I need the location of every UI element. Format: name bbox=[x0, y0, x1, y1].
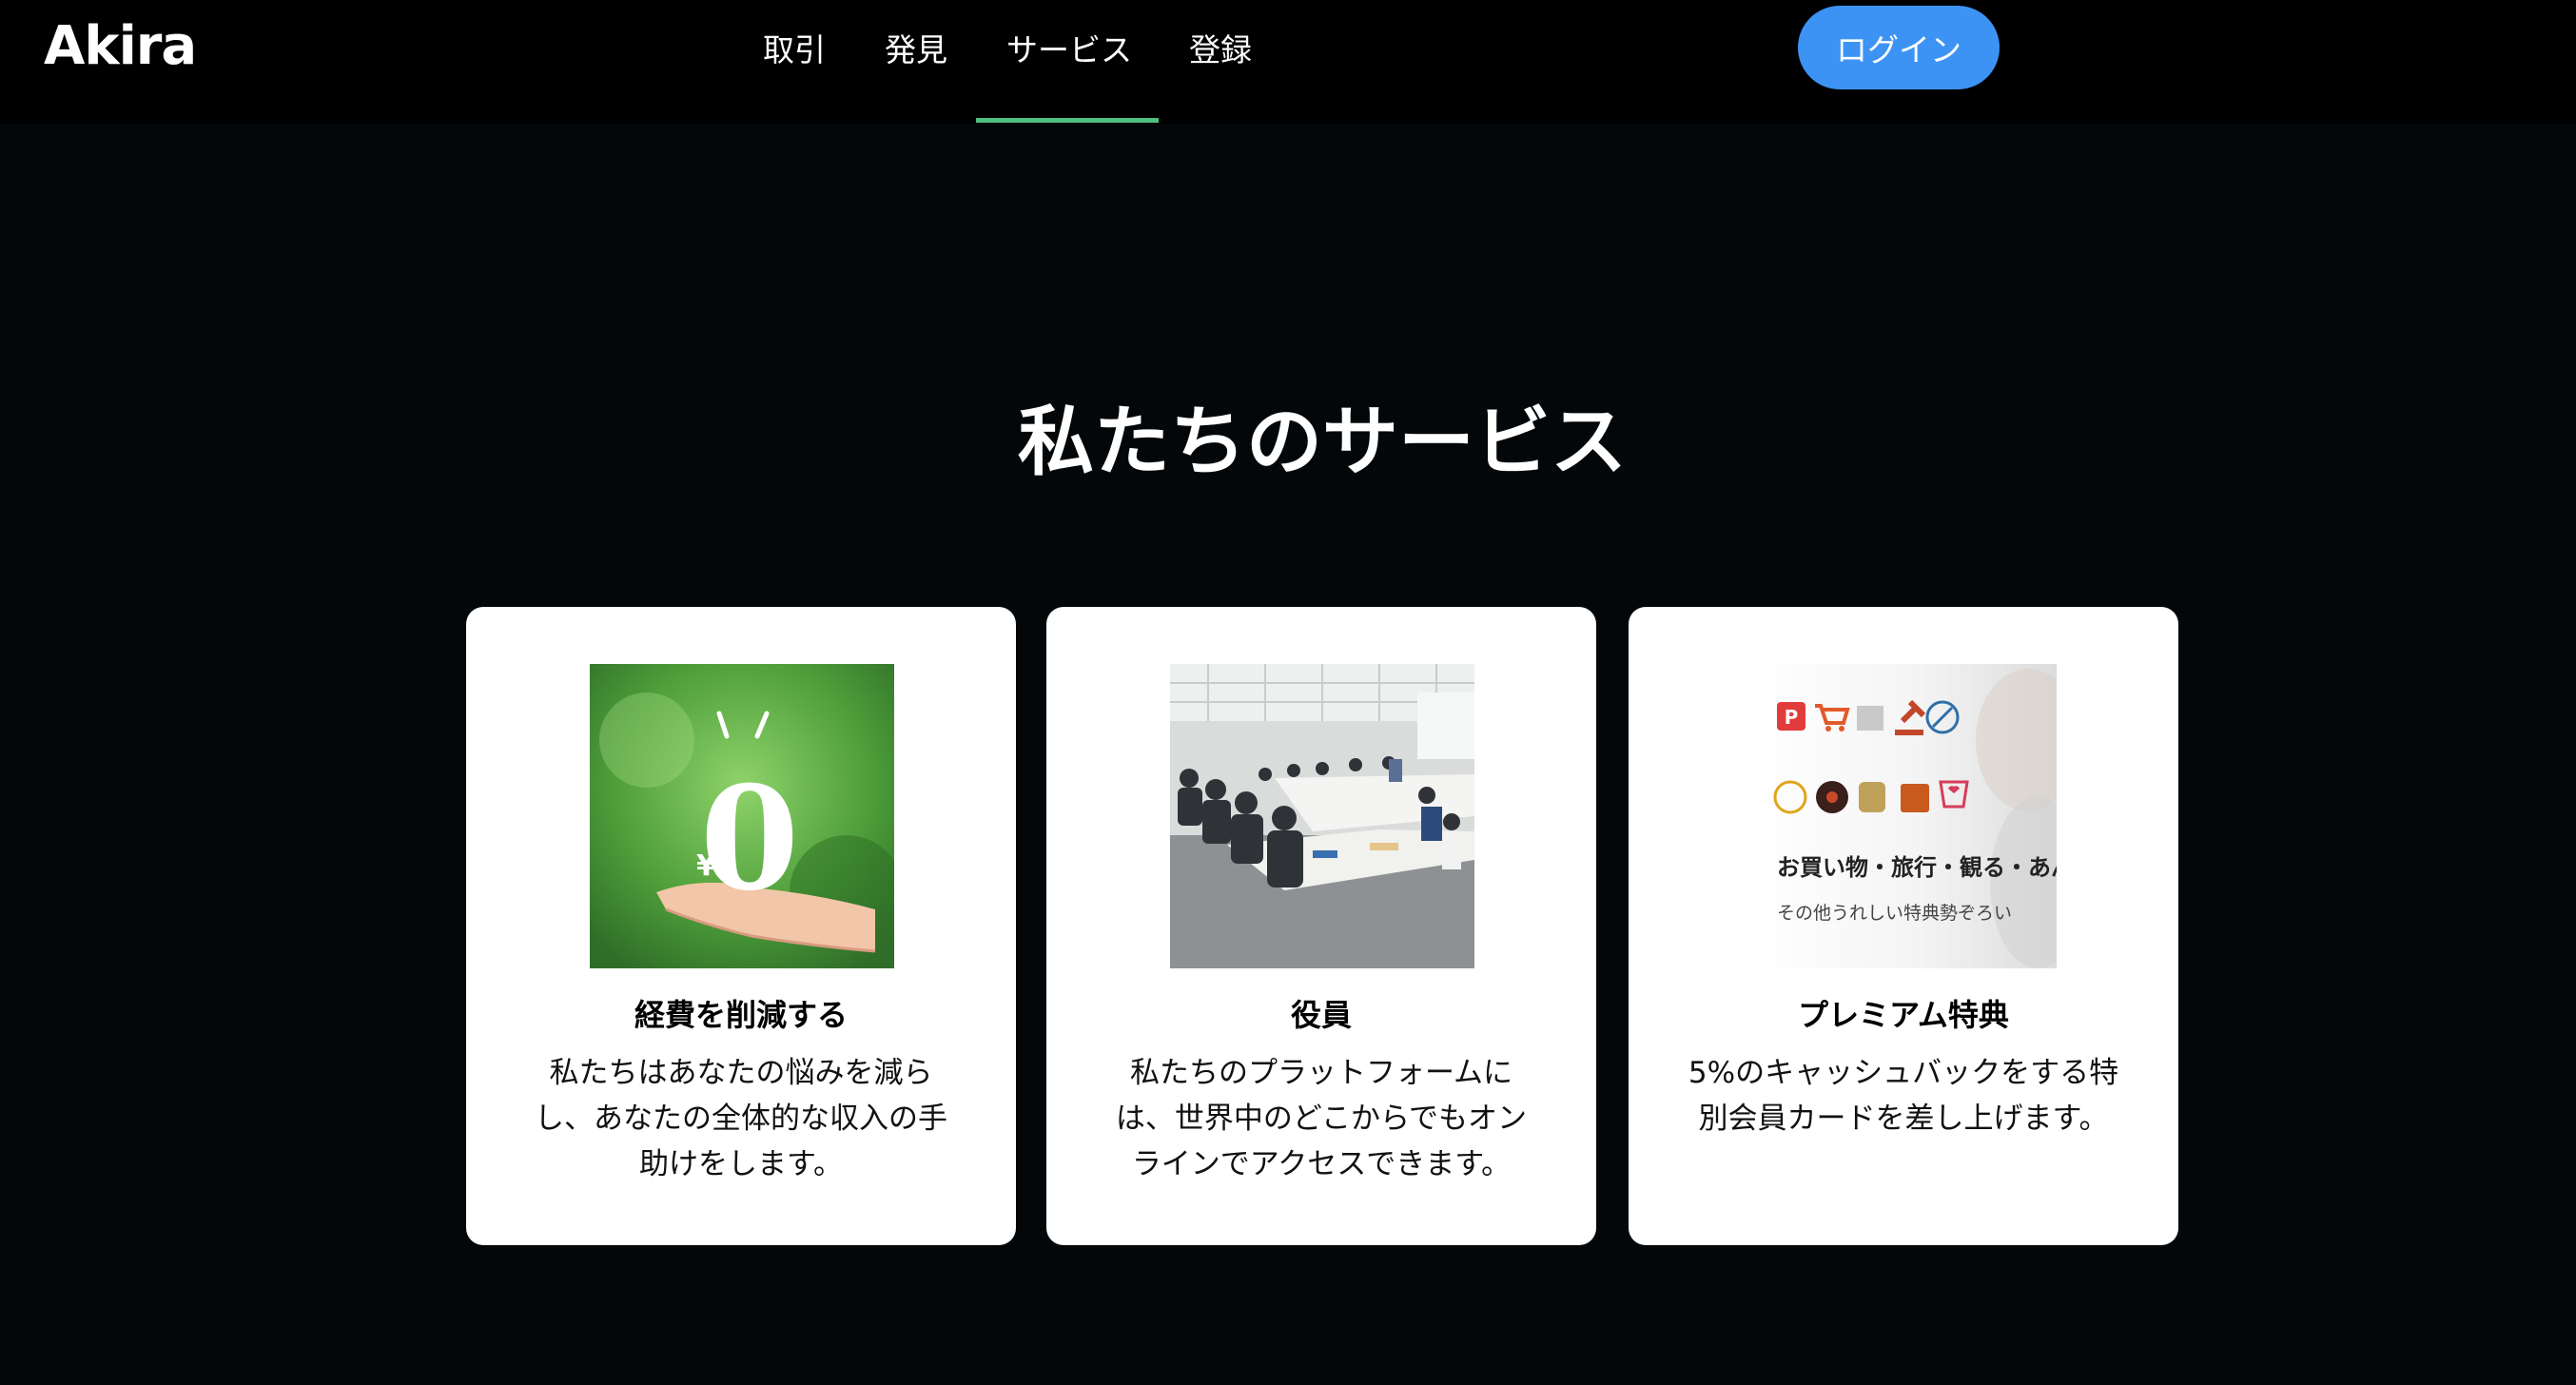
card-image-zero-yen: ¥ 0 bbox=[590, 664, 894, 968]
card-title: プレミアム特典 bbox=[1798, 997, 2009, 1033]
card-description: 5%のキャッシュバックをする特別会員カードを差し上げます。 bbox=[1688, 1056, 2119, 1136]
svg-text:P: P bbox=[1785, 706, 1799, 729]
benefit-subcaption: その他うれしい特典勢ぞろい bbox=[1777, 903, 2012, 924]
nav-item-discover[interactable]: 発見 bbox=[885, 25, 947, 70]
nav-item-services[interactable]: サービス bbox=[1006, 25, 1132, 70]
card-description: 私たちはあなたの悩みを減らし、あなたの全体的な収入の手助けをします。 bbox=[535, 1056, 947, 1181]
section-title: 私たちのサービス bbox=[1018, 398, 1627, 486]
active-tab-indicator bbox=[976, 118, 1159, 123]
card-title: 経費を削減する bbox=[634, 997, 848, 1033]
nav-item-register[interactable]: 登録 bbox=[1189, 25, 1252, 70]
service-card-premium-benefits: P お買い物・旅行・観る・あんしん その他うれしい特典勢ぞろい プレミアム特典 … bbox=[1629, 607, 2178, 1245]
card-image-benefit-icons: P お買い物・旅行・観る・あんしん その他うれしい特典勢ぞろい bbox=[1752, 664, 2057, 968]
nav-item-trade[interactable]: 取引 bbox=[763, 25, 826, 70]
zero-numeral: 0 bbox=[700, 755, 799, 923]
card-title: 役員 bbox=[1290, 997, 1352, 1033]
card-image-meeting-room bbox=[1170, 664, 1474, 968]
bottle-icon bbox=[1859, 782, 1885, 812]
card-description: 私たちのプラットフォームには、世界中のどこからでもオンラインでアクセスできます。 bbox=[1115, 1056, 1528, 1181]
service-card-executives: 役員 私たちのプラットフォームには、世界中のどこからでもオンラインでアクセスでき… bbox=[1046, 607, 1596, 1245]
site-logo[interactable]: Akira bbox=[44, 15, 197, 77]
login-button[interactable]: ログイン bbox=[1798, 6, 2000, 89]
building-icon bbox=[1857, 706, 1883, 731]
benefit-caption: お買い物・旅行・観る・あんしん bbox=[1777, 854, 2057, 881]
top-navbar: Akira 取引 発見 サービス 登録 ログイン bbox=[0, 0, 2576, 124]
service-card-cost-reduction: ¥ 0 経費を削減する 私たちはあなたの悩みを減らし、あなたの全体的な収入の手助… bbox=[466, 607, 1016, 1245]
luggage-icon bbox=[1901, 784, 1929, 812]
